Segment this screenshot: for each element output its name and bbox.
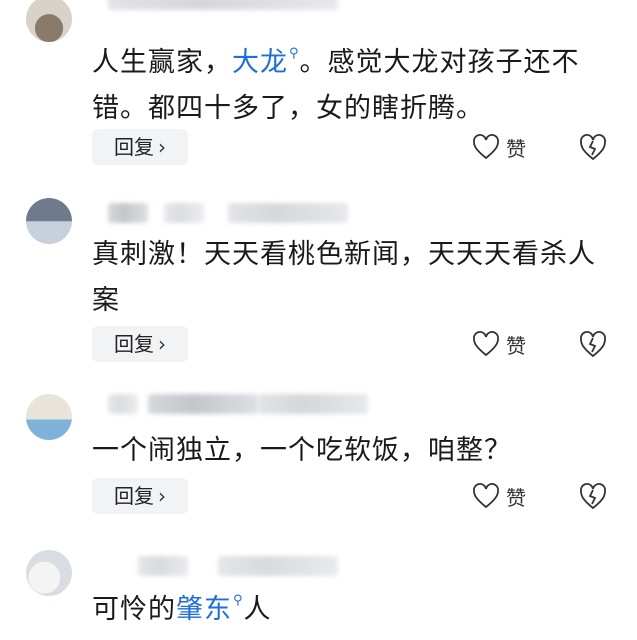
comment-text: 人生赢家，大龙⚲。感觉大龙对孩子还不错。都四十多了，女的瞎折腾。 (92, 46, 580, 124)
broken-heart-icon[interactable] (578, 329, 608, 359)
highlight-link[interactable]: 肇东⚲ (176, 593, 244, 625)
chevron-right-icon: › (158, 332, 166, 356)
broken-heart-icon[interactable] (578, 132, 608, 162)
heart-outline-icon (473, 483, 499, 509)
user-avatar[interactable] (26, 198, 72, 244)
reply-button[interactable]: 回复 › (92, 129, 188, 165)
reply-button[interactable]: 回复 › (92, 326, 188, 362)
heart-outline-icon (473, 134, 499, 160)
chevron-right-icon: › (158, 484, 166, 508)
broken-heart-icon[interactable] (578, 481, 608, 511)
search-icon: ⚲ (289, 46, 300, 61)
like-button[interactable]: 赞 (472, 129, 526, 165)
user-avatar[interactable] (26, 550, 72, 596)
user-avatar[interactable] (26, 394, 72, 440)
search-icon: ⚲ (233, 593, 244, 608)
comment-text: 一个闹独立，一个吃软饭，咱整？ (92, 435, 512, 466)
comment-text: 可怜的肇东⚲人 (92, 593, 272, 625)
like-button[interactable]: 赞 (472, 478, 526, 514)
chevron-right-icon: › (158, 135, 166, 159)
user-avatar[interactable] (26, 0, 72, 42)
heart-outline-icon (473, 331, 499, 357)
comment-text: 真刺激！天天看桃色新闻，天天天看杀人案 (92, 239, 596, 316)
reply-button[interactable]: 回复 › (92, 478, 188, 514)
like-button[interactable]: 赞 (472, 326, 526, 362)
highlight-link[interactable]: 大龙⚲ (232, 46, 300, 78)
